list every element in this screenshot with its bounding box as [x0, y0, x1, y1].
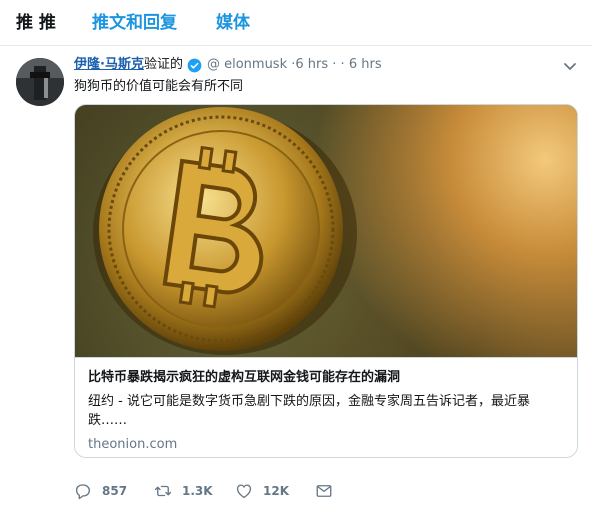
chevron-down-icon[interactable] [562, 58, 578, 74]
card-image[interactable] [75, 105, 577, 357]
card-description: 纽约 - 说它可能是数字货币急剧下跌的原因，金融专家周五告诉记者，最近暴跌…… [88, 394, 530, 428]
avatar[interactable] [16, 58, 64, 106]
card-body[interactable]: 比特币暴跌揭示疯狂的虚构互联网金钱可能存在的漏洞 纽约 - 说它可能是数字货币急… [75, 357, 577, 457]
tweet-time[interactable]: ·6 hrs [291, 57, 328, 72]
reply-count: 857 [102, 484, 128, 498]
tweet-actions: 857 1.3K 12K [74, 480, 374, 502]
reply-icon [75, 484, 91, 500]
time-separator: · · [332, 57, 345, 72]
retweet-button[interactable]: 1.3K [154, 480, 213, 502]
card-domain: theonion.com [88, 437, 178, 452]
card-title: 比特币暴跌揭示疯狂的虚构互联网金钱可能存在的漏洞 [88, 370, 401, 385]
verified-badge-icon [187, 58, 202, 72]
verified-label: 验证的 [143, 57, 183, 72]
profile-tabs: 推 推 推文和回复 媒体 [0, 0, 592, 46]
direct-message-button[interactable] [315, 480, 333, 502]
tweet[interactable]: 伊隆·马斯克验证的 @ elonmusk ·6 hrs · · 6 hrs 狗狗币… [0, 46, 592, 507]
retweet-count: 1.3K [182, 484, 213, 498]
like-count: 12K [263, 484, 289, 498]
like-button[interactable]: 12K [235, 480, 289, 502]
author-name[interactable]: 伊隆·马斯克 [74, 57, 144, 72]
direct-message-icon [316, 485, 332, 497]
like-icon [236, 484, 252, 499]
tweet-text: 狗狗币的价值可能会有所不同 [74, 79, 244, 94]
link-card[interactable]: 比特币暴跌揭示疯狂的虚构互联网金钱可能存在的漏洞 纽约 - 说它可能是数字货币急… [74, 104, 578, 458]
tweet-header: 伊隆·马斯克验证的 @ elonmusk ·6 hrs · · 6 hrs [74, 56, 382, 76]
author-handle[interactable]: @ elonmusk [207, 57, 287, 72]
tweet-time-secondary[interactable]: 6 hrs [349, 57, 382, 72]
retweet-icon [154, 485, 172, 497]
tab-tweets[interactable]: 推 推 [16, 12, 56, 34]
reply-button[interactable]: 857 [74, 480, 127, 502]
tab-media[interactable]: 媒体 [216, 12, 250, 34]
tab-tweets-and-replies[interactable]: 推文和回复 [92, 12, 177, 34]
